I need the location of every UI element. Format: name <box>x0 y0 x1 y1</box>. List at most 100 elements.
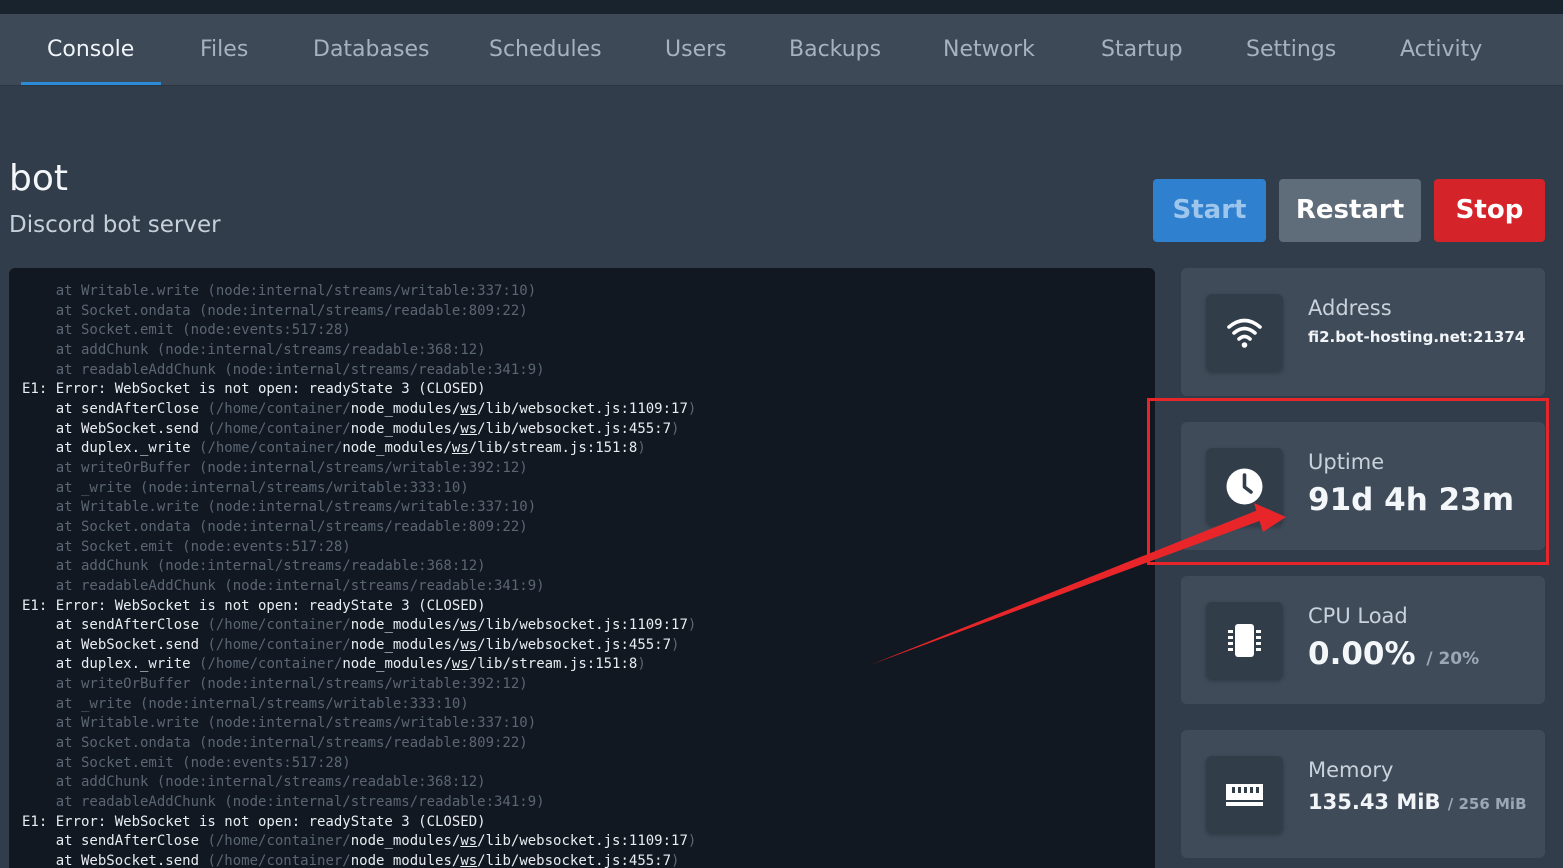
console-line: at addChunk (node:internal/streams/reada… <box>22 774 486 791</box>
console-segment: lib/stream.js:151:8 <box>477 656 638 673</box>
console-line: at Socket.emit (node:events:517:28) <box>22 754 351 771</box>
server-description: Discord bot server <box>9 212 221 238</box>
console-line: at Socket.emit (node:events:517:28) <box>22 322 351 339</box>
console-segment: (/home/container/ <box>207 853 351 868</box>
memory-icon <box>1206 756 1283 833</box>
console-line: at sendAfterClose (/home/container/node_… <box>22 400 697 420</box>
console-segment: (/home/container/ <box>207 636 351 653</box>
console-line: at Socket.ondata (node:internal/streams/… <box>22 302 528 319</box>
console-segment: ) <box>671 636 680 653</box>
console-line: at duplex._write (/home/container/node_m… <box>22 655 696 675</box>
console-line: at Writable.write (node:internal/streams… <box>22 283 537 299</box>
stop-button[interactable]: Stop <box>1434 179 1545 242</box>
uptime-label: Uptime <box>1308 450 1385 474</box>
server-nav-tabs: Console Files Databases Schedules Users … <box>0 14 1563 86</box>
console-line: at _write (node:internal/streams/writabl… <box>22 479 469 496</box>
console-segment: lib/websocket.js:1109:17 <box>485 400 688 417</box>
console-line: at addChunk (node:internal/streams/reada… <box>22 558 486 575</box>
tab-settings[interactable]: Settings <box>1246 14 1336 86</box>
tab-users[interactable]: Users <box>665 14 727 86</box>
console-segment: / <box>477 636 486 653</box>
cpu-limit: / 20% <box>1426 649 1480 669</box>
tab-activity[interactable]: Activity <box>1400 14 1482 86</box>
start-button[interactable]: Start <box>1153 179 1266 242</box>
cpu-card: CPU Load 0.00% / 20% <box>1181 576 1545 704</box>
cpu-value: 0.00% / 20% <box>1308 636 1479 672</box>
console-lines: at Writable.write (node:internal/streams… <box>22 282 696 868</box>
console-line: at addChunk (node:internal/streams/reada… <box>22 341 486 358</box>
console-segment: at sendAfterClose <box>22 833 208 850</box>
console-segment: lib/websocket.js:455:7 <box>485 636 672 653</box>
console-segment: ws <box>460 636 478 653</box>
memory-value: 135.43 MiB / 256 MiB <box>1308 790 1527 814</box>
console-segment: / <box>477 853 486 868</box>
console-segment: (/home/container/ <box>199 440 343 457</box>
console-segment: ws <box>451 656 469 673</box>
console-line: E1: Error: WebSocket is not open: readyS… <box>22 597 486 614</box>
tab-backups[interactable]: Backups <box>789 14 881 86</box>
console-segment: node_modules/ <box>350 636 461 653</box>
console-segment: at sendAfterClose <box>22 400 208 417</box>
address-label: Address <box>1308 296 1392 320</box>
console-segment: / <box>477 833 486 850</box>
console-line: E1: Error: WebSocket is not open: readyS… <box>22 381 486 398</box>
console-segment: / <box>477 400 486 417</box>
cpu-current: 0.00% <box>1308 636 1416 672</box>
console-segment: node_modules/ <box>342 656 452 673</box>
uptime-value: 91d 4h 23m <box>1308 482 1514 518</box>
address-card: Address fi2.bot-hosting.net:21374 <box>1181 268 1545 396</box>
console-line: at _write (node:internal/streams/writabl… <box>22 695 469 712</box>
console-line: at Writable.write (node:internal/streams… <box>22 715 537 732</box>
console-segment: node_modules/ <box>350 833 461 850</box>
console-segment: at WebSocket.send <box>22 420 208 437</box>
uptime-card: Uptime 91d 4h 23m <box>1181 422 1545 550</box>
address-value[interactable]: fi2.bot-hosting.net:21374 <box>1308 328 1525 346</box>
console-line: at WebSocket.send (/home/container/node_… <box>22 636 696 656</box>
console-segment: ) <box>637 656 646 673</box>
console-line: at readableAddChunk (node:internal/strea… <box>22 577 545 594</box>
console-line: at readableAddChunk (node:internal/strea… <box>22 361 545 378</box>
cpu-icon <box>1206 602 1283 679</box>
server-name: bot <box>9 158 68 199</box>
console-segment: lib/websocket.js:455:7 <box>485 420 672 437</box>
tab-files[interactable]: Files <box>200 14 248 86</box>
console-segment: / <box>468 440 478 457</box>
console-line: at readableAddChunk (node:internal/strea… <box>22 794 545 811</box>
console-segment: / <box>468 656 478 673</box>
memory-limit: / 256 MiB <box>1447 795 1527 813</box>
console-segment: at WebSocket.send <box>22 853 208 868</box>
console-output[interactable]: at Writable.write (node:internal/streams… <box>9 268 1155 868</box>
console-segment: lib/websocket.js:1109:17 <box>485 617 688 634</box>
tab-startup[interactable]: Startup <box>1101 14 1183 86</box>
tab-schedules[interactable]: Schedules <box>489 14 602 86</box>
console-segment: at duplex._write <box>22 656 200 673</box>
clock-icon <box>1206 448 1283 525</box>
active-tab-indicator <box>21 82 161 85</box>
console-line: E1: Error: WebSocket is not open: readyS… <box>22 813 486 830</box>
top-strip <box>0 0 1563 14</box>
console-segment: at sendAfterClose <box>22 617 208 634</box>
console-segment: lib/websocket.js:1109:17 <box>485 833 688 850</box>
console-segment: lib/websocket.js:455:7 <box>485 853 672 868</box>
restart-button[interactable]: Restart <box>1279 179 1421 242</box>
console-segment: ) <box>637 440 646 457</box>
console-segment: ws <box>451 440 469 457</box>
console-segment: ) <box>671 853 680 868</box>
console-segment: ) <box>687 617 697 634</box>
console-segment: node_modules/ <box>342 440 452 457</box>
console-line: at writeOrBuffer (node:internal/streams/… <box>22 676 528 693</box>
console-segment: at duplex._write <box>22 440 200 457</box>
tab-console[interactable]: Console <box>47 14 134 86</box>
console-segment: node_modules/ <box>350 400 461 417</box>
console-segment: node_modules/ <box>350 617 461 634</box>
console-line: at writeOrBuffer (node:internal/streams/… <box>22 459 528 476</box>
console-segment: ws <box>460 853 478 868</box>
console-segment: (/home/container/ <box>207 617 351 634</box>
console-segment: node_modules/ <box>350 853 461 868</box>
tab-network[interactable]: Network <box>943 14 1035 86</box>
tab-databases[interactable]: Databases <box>313 14 429 86</box>
memory-current: 135.43 MiB <box>1308 790 1441 814</box>
console-segment: lib/stream.js:151:8 <box>477 440 638 457</box>
console-line: at duplex._write (/home/container/node_m… <box>22 439 696 459</box>
console-segment: / <box>477 420 486 437</box>
